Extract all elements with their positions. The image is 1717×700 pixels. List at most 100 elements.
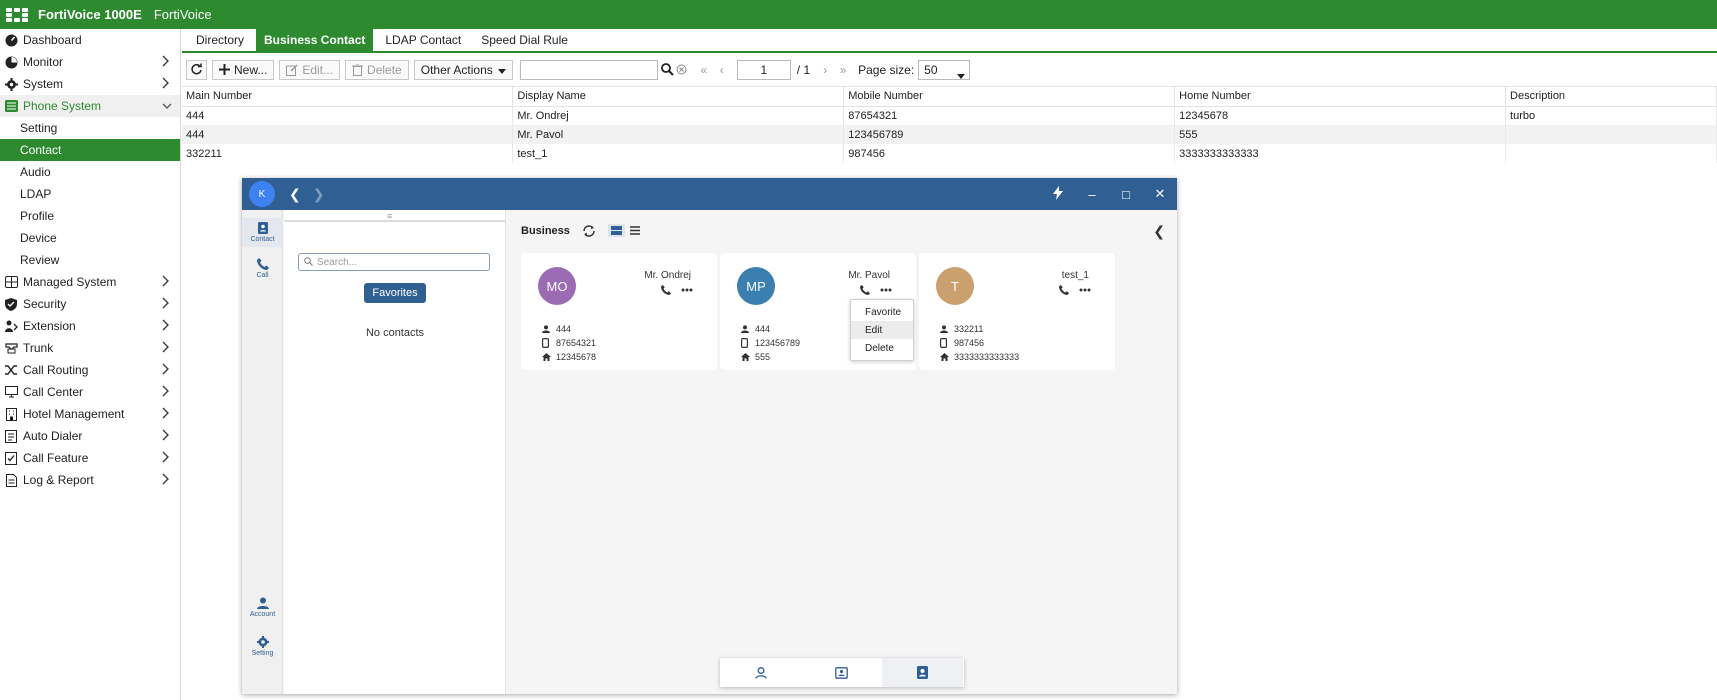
close-icon[interactable]: ✕	[1143, 186, 1177, 202]
mobile-number-value: 123456789	[755, 338, 801, 348]
phone-icon[interactable]	[1059, 285, 1069, 295]
sidebar-item-audio[interactable]: Audio	[0, 161, 180, 183]
first-page-button[interactable]: «	[697, 60, 711, 80]
refresh-button[interactable]	[186, 59, 207, 80]
sidebar-item-call-routing[interactable]: Call Routing	[0, 359, 180, 381]
page-number-input[interactable]: 1	[736, 59, 791, 80]
sidebar-item-profile[interactable]: Profile	[0, 205, 180, 227]
last-page-button[interactable]: »	[836, 60, 850, 80]
contact-app-window: K ❮ ❯ – □ ✕ Contact Call Account Setting…	[242, 178, 1177, 694]
sidebar-item-ldap[interactable]: LDAP	[0, 183, 180, 205]
menu-item-favorite[interactable]: Favorite	[851, 303, 913, 321]
rail-setting[interactable]: Setting	[242, 636, 283, 657]
sidebar-item-setting[interactable]: Setting	[0, 117, 180, 139]
contact-book-icon	[257, 222, 268, 234]
page-size-select[interactable]: 50	[918, 59, 971, 80]
fortinet-logo-icon[interactable]	[2, 0, 32, 29]
contact-card[interactable]: Ttest_1 332211 987456 3333333333333	[919, 253, 1115, 370]
sidebar-item-auto-dialer[interactable]: Auto Dialer	[0, 425, 180, 447]
dock-contact-card[interactable]	[801, 658, 882, 687]
window-title-bar: K ❮ ❯ – □ ✕	[242, 178, 1177, 210]
dock-contact-book[interactable]	[882, 658, 963, 687]
sidebar-item-extension[interactable]: Extension	[0, 315, 180, 337]
sidebar-item-security[interactable]: Security	[0, 293, 180, 315]
tab-ldap-contact[interactable]: LDAP Contact	[377, 29, 469, 51]
phone-icon[interactable]	[661, 285, 671, 295]
sync-icon[interactable]	[582, 224, 596, 237]
forward-arrow-icon[interactable]: ❯	[313, 186, 325, 203]
search-input[interactable]	[519, 59, 658, 80]
rail-call[interactable]: Call	[242, 258, 283, 279]
favorites-button[interactable]: Favorites	[364, 283, 426, 303]
column-header[interactable]: Main Number	[182, 87, 514, 107]
back-arrow-icon[interactable]: ❮	[289, 186, 301, 203]
caret-down-icon	[497, 63, 506, 77]
search-icon[interactable]	[660, 63, 674, 76]
edit-button-label: Edit...	[302, 62, 334, 77]
sidebar-item-trunk[interactable]: Trunk	[0, 337, 180, 359]
sidebar-item-call-center[interactable]: Call Center	[0, 381, 180, 403]
phone-system-icon	[4, 99, 18, 113]
column-header[interactable]: Home Number	[1174, 87, 1507, 107]
table-header-row: Main Number Display Name Mobile Number Home…	[182, 87, 1717, 107]
edit-button[interactable]: Edit...	[279, 59, 341, 80]
sidebar-item-managed-system[interactable]: Managed System	[0, 271, 180, 293]
rail-account[interactable]: Account	[242, 597, 283, 618]
sidebar-item-review[interactable]: Review	[0, 249, 180, 271]
new-button[interactable]: New...	[212, 59, 275, 80]
table-row[interactable]: 444 Mr. Ondrej 87654321 12345678 turbo	[182, 106, 1717, 125]
more-options-icon[interactable]	[1079, 288, 1091, 292]
flash-icon[interactable]	[1041, 185, 1075, 203]
rail-contact[interactable]: Contact	[242, 218, 283, 247]
tab-directory[interactable]: Directory	[188, 29, 252, 51]
contact-home-number: 555	[741, 352, 770, 362]
more-options-icon[interactable]	[880, 288, 892, 292]
app-rail: Contact Call Account Setting	[242, 210, 283, 694]
table-row[interactable]: 332211 test_1 987456 3333333333333	[182, 144, 1717, 163]
collapse-panel-icon[interactable]: ❮	[1153, 223, 1165, 240]
search-icon	[304, 257, 313, 269]
next-page-button[interactable]: ›	[818, 60, 832, 80]
card-view-icon[interactable]	[607, 224, 625, 237]
phone-icon[interactable]	[860, 285, 870, 295]
clear-search-icon[interactable]	[676, 64, 687, 75]
home-number-value: 555	[755, 352, 771, 362]
list-view-icon[interactable]	[629, 226, 640, 235]
contact-cards-area: Business ❮ MO Mr. Ondrej 444 87654321 123456…	[506, 210, 1177, 694]
sidebar-item-system[interactable]: System	[0, 73, 180, 95]
delete-button[interactable]: Delete	[345, 59, 409, 80]
contact-search-input[interactable]: Search...	[298, 253, 490, 271]
table-row[interactable]: 444 Mr. Pavol 123456789 555	[182, 125, 1717, 144]
card-context-menu: Favorite Edit Delete	[850, 299, 914, 361]
extension-icon	[4, 319, 18, 333]
sidebar-item-label: LDAP	[20, 187, 52, 201]
mobile-number-value: 987456	[954, 338, 985, 348]
sidebar-item-hotel-management[interactable]: Hotel Management	[0, 403, 180, 425]
tab-speed-dial-rule[interactable]: Speed Dial Rule	[473, 29, 576, 51]
home-icon	[542, 353, 552, 361]
sidebar-item-contact[interactable]: Contact	[0, 139, 180, 161]
sidebar-item-monitor[interactable]: Monitor	[0, 51, 180, 73]
contact-card[interactable]: MO Mr. Ondrej 444 87654321 12345678	[521, 253, 717, 370]
column-header[interactable]: Mobile Number	[843, 87, 1176, 107]
sidebar-item-call-feature[interactable]: Call Feature	[0, 447, 180, 469]
dock-person[interactable]	[720, 658, 801, 687]
tab-business-contact[interactable]: Business Contact	[256, 29, 374, 51]
sidebar-item-dashboard[interactable]: Dashboard	[0, 29, 180, 51]
menu-item-delete[interactable]: Delete	[851, 339, 913, 357]
hotel-icon	[4, 407, 18, 421]
column-header[interactable]: Display Name	[512, 87, 845, 107]
maximize-icon[interactable]: □	[1109, 187, 1143, 202]
minimize-icon[interactable]: –	[1075, 187, 1109, 202]
trunk-icon	[4, 341, 18, 355]
other-actions-dropdown[interactable]: Other Actions	[413, 59, 513, 80]
user-avatar[interactable]: K	[249, 181, 275, 207]
more-options-icon[interactable]	[681, 288, 693, 292]
prev-page-button[interactable]: ‹	[715, 60, 729, 80]
sidebar-item-log-report[interactable]: Log & Report	[0, 469, 180, 491]
menu-item-edit[interactable]: Edit	[851, 321, 913, 339]
column-header[interactable]: Description	[1505, 87, 1717, 107]
sidebar-item-device[interactable]: Device	[0, 227, 180, 249]
table-cell: 444	[182, 106, 514, 125]
sidebar-item-phone-system[interactable]: Phone System	[0, 95, 180, 117]
